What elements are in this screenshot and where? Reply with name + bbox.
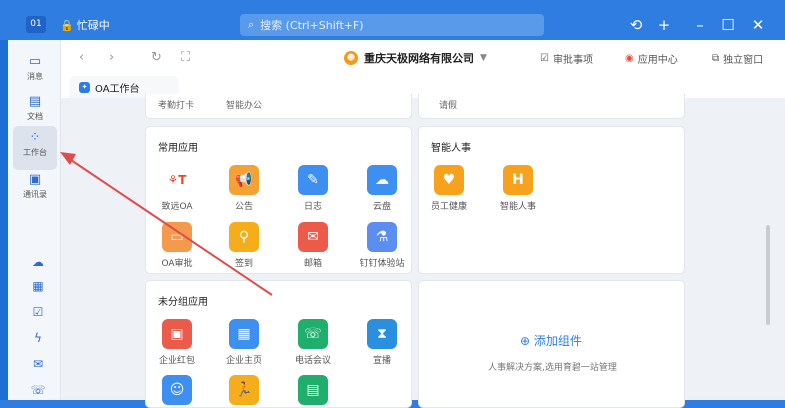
arrow-line — [67, 157, 273, 296]
annotation-arrow — [60, 152, 273, 296]
arrow-head — [60, 152, 76, 165]
